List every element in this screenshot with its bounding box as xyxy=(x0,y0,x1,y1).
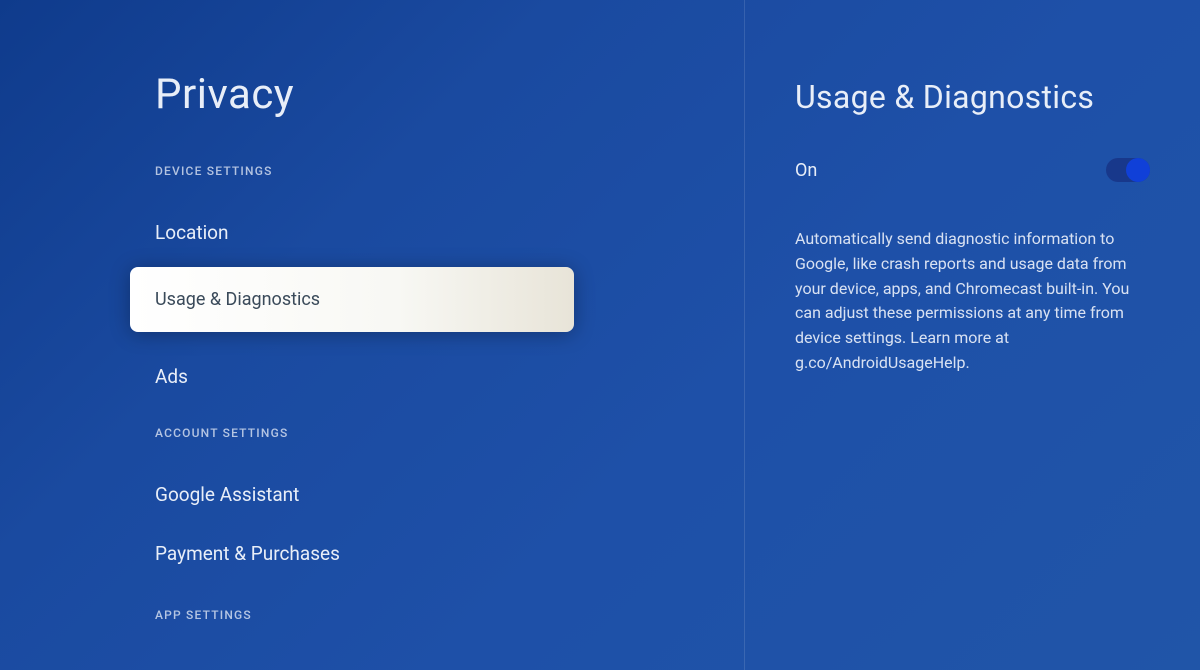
toggle-row: On xyxy=(795,158,1160,182)
menu-item-ads[interactable]: Ads xyxy=(155,347,694,406)
page-title: Privacy xyxy=(155,70,694,119)
menu-item-payment-purchases[interactable]: Payment & Purchases xyxy=(155,524,694,583)
toggle-label: On xyxy=(795,160,817,181)
toggle-knob-icon xyxy=(1126,158,1150,182)
menu-item-usage-diagnostics[interactable]: Usage & Diagnostics xyxy=(130,267,574,332)
app-settings-header: APP SETTINGS xyxy=(155,608,694,622)
menu-item-google-assistant[interactable]: Google Assistant xyxy=(155,465,694,524)
device-settings-header: DEVICE SETTINGS xyxy=(155,164,694,178)
detail-panel: Usage & Diagnostics On Automatically sen… xyxy=(744,0,1200,670)
usage-diagnostics-toggle[interactable] xyxy=(1106,158,1150,182)
privacy-settings-panel: Privacy DEVICE SETTINGS Location Usage &… xyxy=(0,0,744,670)
detail-description: Automatically send diagnostic informatio… xyxy=(795,227,1160,376)
menu-item-location[interactable]: Location xyxy=(155,203,694,262)
detail-title: Usage & Diagnostics xyxy=(795,78,1160,116)
account-settings-header: ACCOUNT SETTINGS xyxy=(155,426,694,440)
